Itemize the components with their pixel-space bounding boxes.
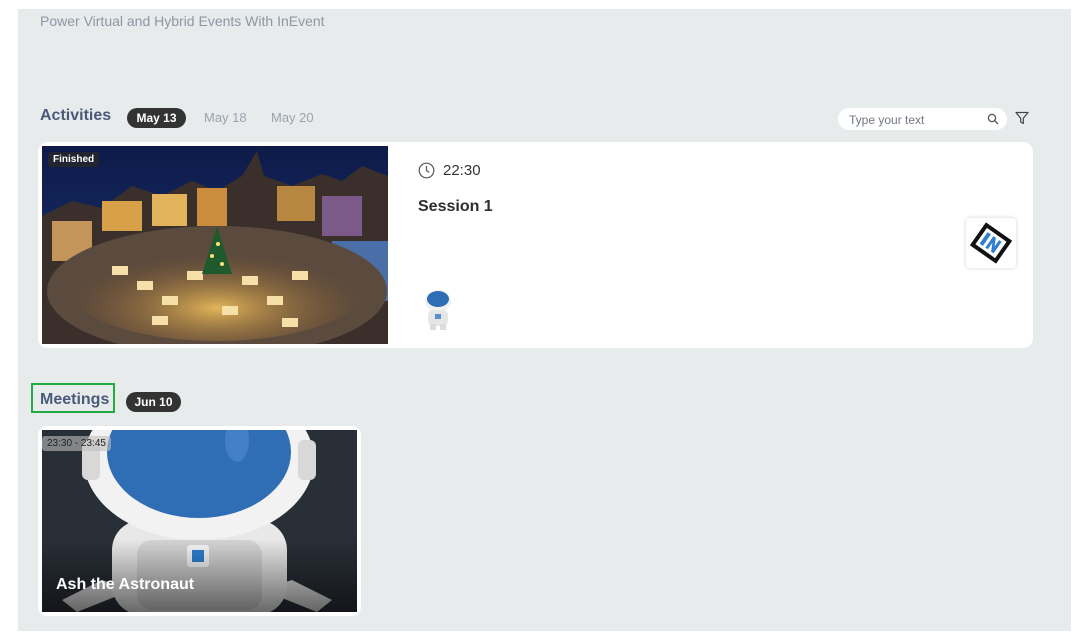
session-image: Finished <box>42 146 388 344</box>
date-tab-jun-10[interactable]: Jun 10 <box>126 392 181 412</box>
event-page-panel: Power Virtual and Hybrid Events With InE… <box>18 9 1071 631</box>
date-tab-may-18[interactable]: May 18 <box>204 108 247 128</box>
filter-icon[interactable] <box>1015 111 1029 130</box>
meeting-image: 23:30 - 23:45 Ash the Astronaut <box>42 430 357 612</box>
session-title[interactable]: Session 1 <box>418 198 493 216</box>
status-badge: Finished <box>48 152 100 167</box>
session-time-value: 22:30 <box>443 162 481 179</box>
speaker-avatar[interactable] <box>420 288 456 330</box>
search-icon[interactable] <box>987 112 999 130</box>
meetings-title: Meetings <box>40 391 110 408</box>
date-tab-may-20[interactable]: May 20 <box>271 108 314 128</box>
session-time: 22:30 <box>418 162 481 179</box>
date-tab-may-13[interactable]: May 13 <box>127 108 186 128</box>
activities-title: Activities <box>40 107 112 124</box>
page-subtitle: Power Virtual and Hybrid Events With InE… <box>40 13 325 29</box>
meeting-name: Ash the Astronaut <box>56 576 195 593</box>
clock-icon <box>418 162 435 179</box>
inevent-logo[interactable] <box>966 218 1016 268</box>
time-range-badge: 23:30 - 23:45 <box>42 436 111 451</box>
meeting-card[interactable]: 23:30 - 23:45 Ash the Astronaut <box>38 426 361 616</box>
session-card[interactable]: Finished 22:30 Session 1 <box>38 142 1033 348</box>
activity-search <box>838 108 1007 130</box>
search-input[interactable] <box>847 110 981 130</box>
